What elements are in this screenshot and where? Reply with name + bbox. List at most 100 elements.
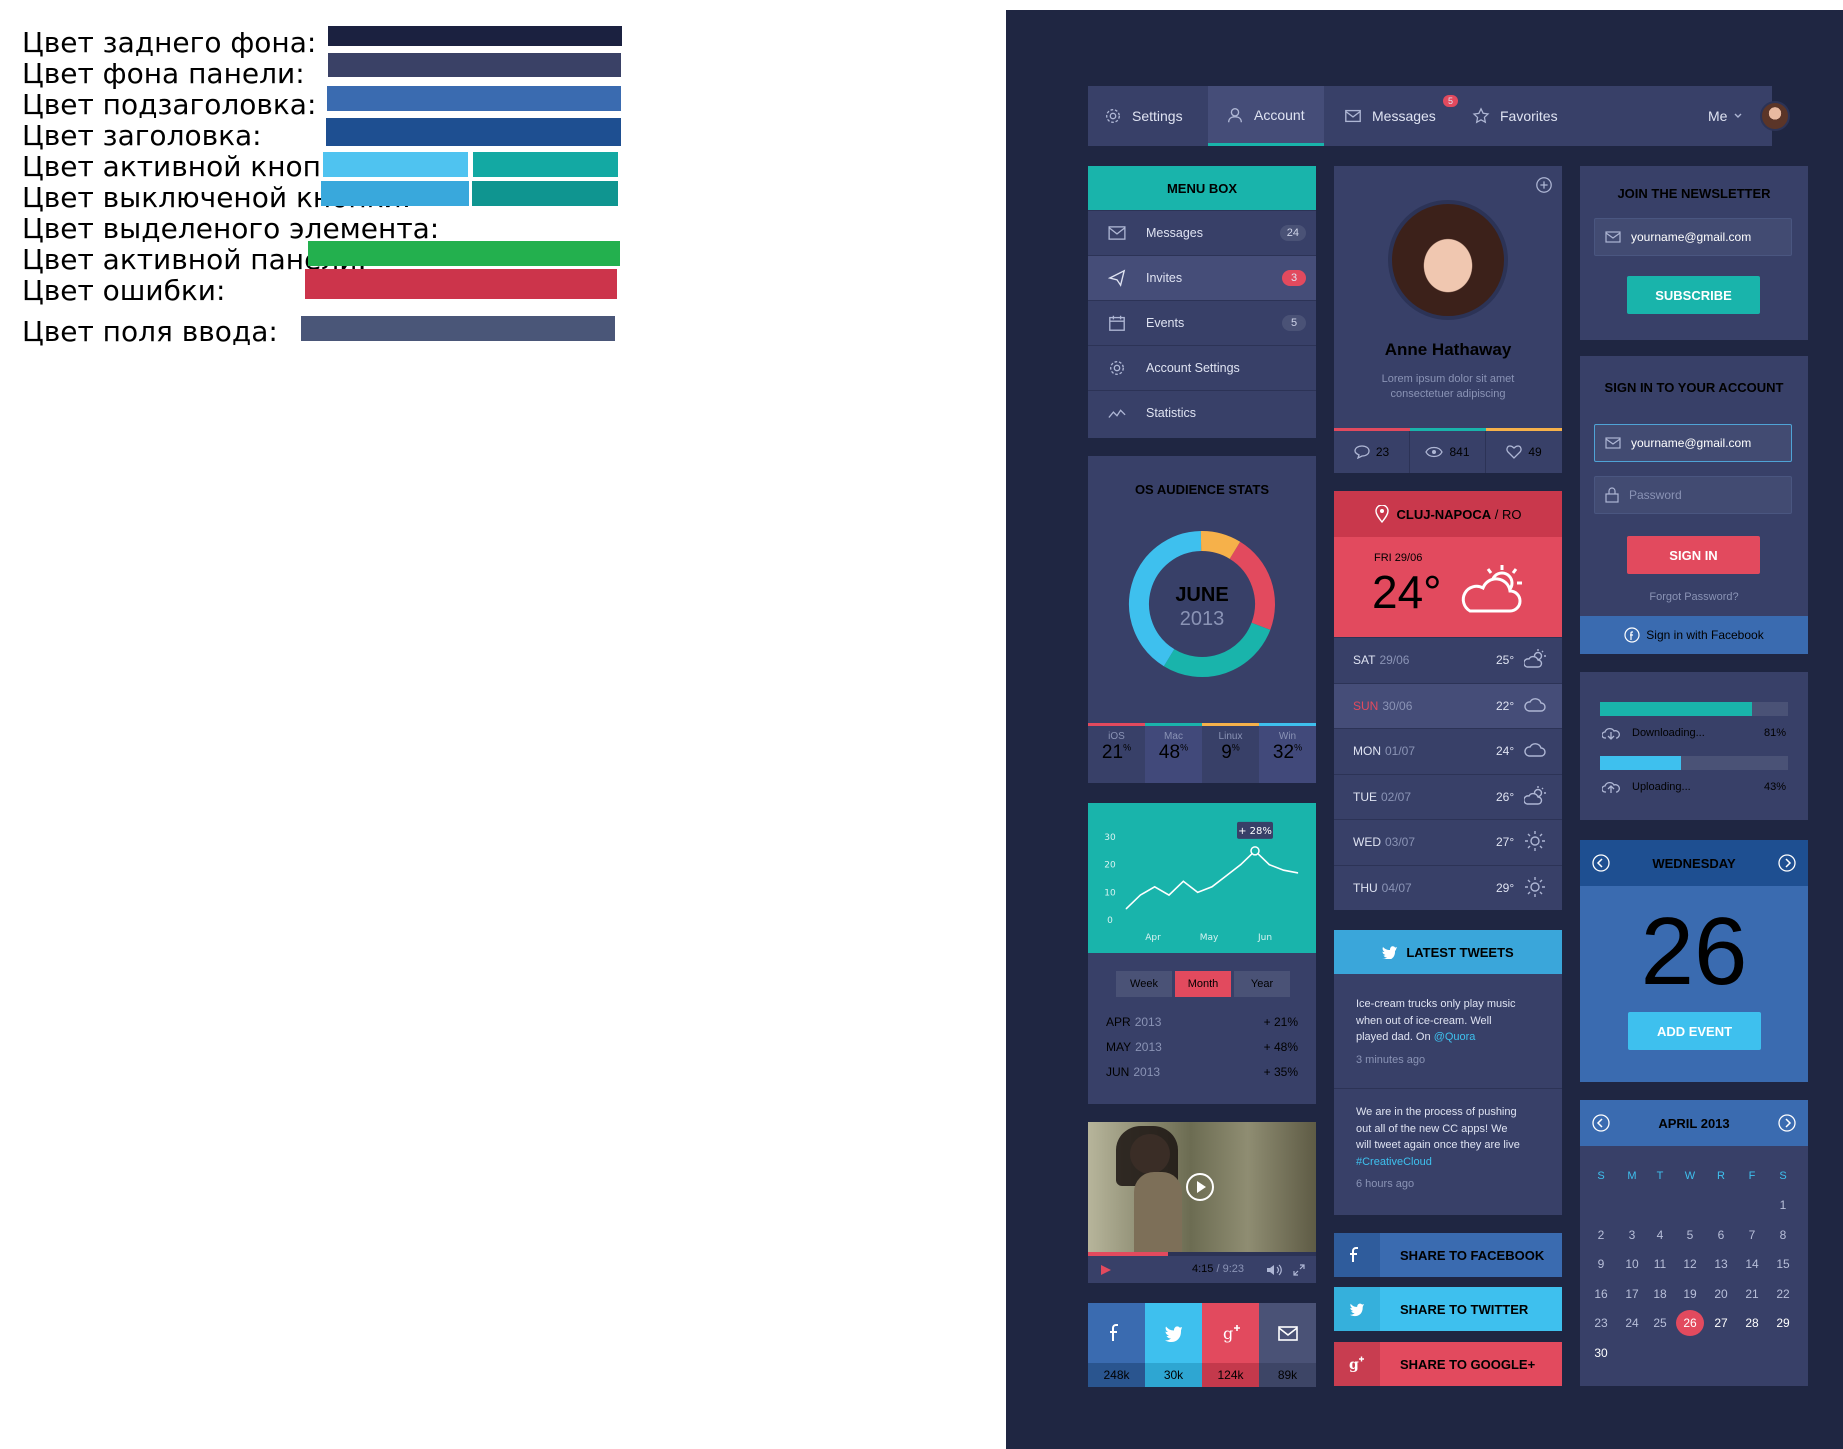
calendar-day[interactable]: 9 [1587, 1257, 1615, 1271]
tweet-link[interactable]: @Quora [1434, 1031, 1476, 1043]
calendar-day[interactable]: 30 [1587, 1346, 1615, 1360]
tab-month[interactable]: Month [1175, 971, 1231, 997]
calendar-day[interactable]: 4 [1646, 1228, 1674, 1242]
add-circle-icon[interactable] [1535, 176, 1553, 194]
menu-item-statistics[interactable]: Statistics [1088, 390, 1316, 435]
add-event-button[interactable]: ADD EVENT [1628, 1012, 1761, 1050]
calendar-day[interactable]: 15 [1769, 1257, 1797, 1271]
social-counter-mail[interactable]: 89k [1259, 1303, 1316, 1387]
calendar-day[interactable]: 27 [1707, 1316, 1735, 1330]
social-count: 30k [1145, 1363, 1202, 1387]
calendar-day[interactable]: 28 [1738, 1316, 1766, 1330]
forecast-day: THU [1353, 880, 1378, 895]
calendar-day[interactable]: 21 [1738, 1287, 1766, 1301]
calendar-day[interactable]: 14 [1738, 1257, 1766, 1271]
chevron-left-icon[interactable] [1592, 1114, 1610, 1132]
calendar-day[interactable]: 12 [1676, 1257, 1704, 1271]
password-field[interactable]: Password [1594, 476, 1792, 514]
comment-icon [1354, 445, 1370, 459]
x-tick-label: Apr [1145, 933, 1161, 943]
calendar-day[interactable]: 24 [1618, 1316, 1646, 1330]
calendar-day[interactable]: 5 [1676, 1228, 1704, 1242]
calendar-day[interactable]: 23 [1587, 1316, 1615, 1330]
forecast-row: TUE 02/07 26° [1334, 773, 1562, 819]
calendar-day[interactable]: 11 [1646, 1257, 1674, 1271]
weekday-header: S [1597, 1170, 1605, 1182]
google-plus-icon: g [1349, 1356, 1364, 1373]
nav-favorites[interactable]: Favorites [1472, 86, 1572, 146]
chevron-right-icon[interactable] [1778, 854, 1796, 872]
calendar-day[interactable]: 16 [1587, 1287, 1615, 1301]
color-swatch [326, 118, 621, 146]
tab-week[interactable]: Week [1116, 971, 1172, 997]
calendar-day[interactable]: 17 [1618, 1287, 1646, 1301]
calendar-day[interactable]: 20 [1707, 1287, 1735, 1301]
forecast-date: 03/07 [1385, 835, 1416, 849]
menu-item-account-settings[interactable]: Account Settings [1088, 345, 1316, 390]
calendar-day[interactable]: 22 [1769, 1287, 1797, 1301]
calendar-day[interactable]: 8 [1769, 1228, 1797, 1242]
nav-messages[interactable]: Messages 5 [1344, 86, 1458, 146]
calendar-day[interactable]: 1 [1769, 1198, 1797, 1212]
chevron-right-icon[interactable] [1778, 1114, 1796, 1132]
fullscreen-icon[interactable] [1293, 1264, 1305, 1276]
calendar-day[interactable]: 10 [1618, 1257, 1646, 1271]
forgot-password-link[interactable]: Forgot Password? [1580, 591, 1808, 603]
gear-icon [1110, 361, 1124, 375]
signin-email-field[interactable]: yourname@gmail.com [1594, 424, 1792, 462]
forecast-day: TUE [1353, 789, 1377, 804]
share-button-facebook[interactable]: SHARE TO FACEBOOK [1334, 1233, 1562, 1277]
avatar[interactable] [1760, 101, 1790, 131]
partly-cloudy-icon [1461, 565, 1522, 613]
play-icon[interactable] [1100, 1264, 1112, 1276]
volume-icon[interactable] [1266, 1264, 1282, 1276]
tweet-line: played dad. On [1356, 1031, 1431, 1043]
video-thumbnail[interactable] [1088, 1122, 1316, 1252]
calendar-day[interactable]: 7 [1738, 1228, 1766, 1242]
cloud-icon [1524, 743, 1546, 757]
tweet-link[interactable]: #CreativeCloud [1356, 1154, 1546, 1171]
calendar-day[interactable]: 2 [1587, 1228, 1615, 1242]
likes-stat[interactable]: 49 [1486, 431, 1562, 473]
social-counter-facebook[interactable]: 248k [1088, 1303, 1145, 1387]
twitter-icon [1349, 1303, 1364, 1317]
legend-label: Цвет поля ввода: [22, 315, 278, 348]
calendar-day[interactable]: 3 [1618, 1228, 1646, 1242]
menu-item-messages[interactable]: Messages 24 [1088, 210, 1316, 255]
calendar-day[interactable]: 19 [1676, 1287, 1704, 1301]
calendar-day[interactable]: 6 [1707, 1228, 1735, 1242]
progress-track [1600, 702, 1788, 716]
subscribe-button[interactable]: SUBSCRIBE [1627, 276, 1760, 314]
calendar-day[interactable]: 13 [1707, 1257, 1735, 1271]
forecast-date: 29/06 [1379, 653, 1410, 667]
signin-button[interactable]: SIGN IN [1627, 536, 1760, 574]
os-stats-row: iOS 21% Mac 48% Linux 9% Win 32% [1088, 723, 1316, 783]
tab-year[interactable]: Year [1234, 971, 1290, 997]
menu-item-events[interactable]: Events 5 [1088, 300, 1316, 345]
play-circle-icon[interactable] [1185, 1172, 1215, 1202]
social-counter-twitter[interactable]: 30k [1145, 1303, 1202, 1387]
lock-icon [1605, 487, 1619, 503]
share-button-google-plus[interactable]: g SHARE TO GOOGLE+ [1334, 1342, 1562, 1386]
menu-item-invites[interactable]: Invites 3 [1088, 255, 1316, 300]
social-counter-google-plus[interactable]: g 124k [1202, 1303, 1259, 1387]
calendar-day[interactable]: 29 [1769, 1316, 1797, 1330]
video-progress-track[interactable] [1088, 1252, 1316, 1256]
growth-list: APR 2013 + 21% MAY 2013 + 48% JUN 2013 + 35% [1106, 1015, 1298, 1090]
growth-year: 2013 [1135, 1040, 1162, 1054]
chevron-left-icon[interactable] [1592, 854, 1610, 872]
tweets-title: LATEST TWEETS [1406, 944, 1514, 960]
paper-plane-icon [1108, 269, 1126, 287]
calendar-day-today[interactable]: 26 [1676, 1310, 1704, 1336]
nav-settings-label: Settings [1132, 108, 1183, 124]
facebook-signin-button[interactable]: Sign in with Facebook [1580, 616, 1808, 654]
calendar-day[interactable]: 18 [1646, 1287, 1674, 1301]
comments-stat[interactable]: 23 [1334, 431, 1410, 473]
views-stat[interactable]: 841 [1410, 431, 1486, 473]
calendar-day[interactable]: 25 [1646, 1316, 1674, 1330]
share-button-twitter[interactable]: SHARE TO TWITTER [1334, 1287, 1562, 1331]
nav-account[interactable]: Account [1208, 86, 1324, 146]
newsletter-email-field[interactable]: yourname@gmail.com [1594, 218, 1792, 256]
nav-me-dropdown[interactable]: Me [1708, 86, 1768, 146]
nav-settings[interactable]: Settings [1104, 86, 1204, 146]
